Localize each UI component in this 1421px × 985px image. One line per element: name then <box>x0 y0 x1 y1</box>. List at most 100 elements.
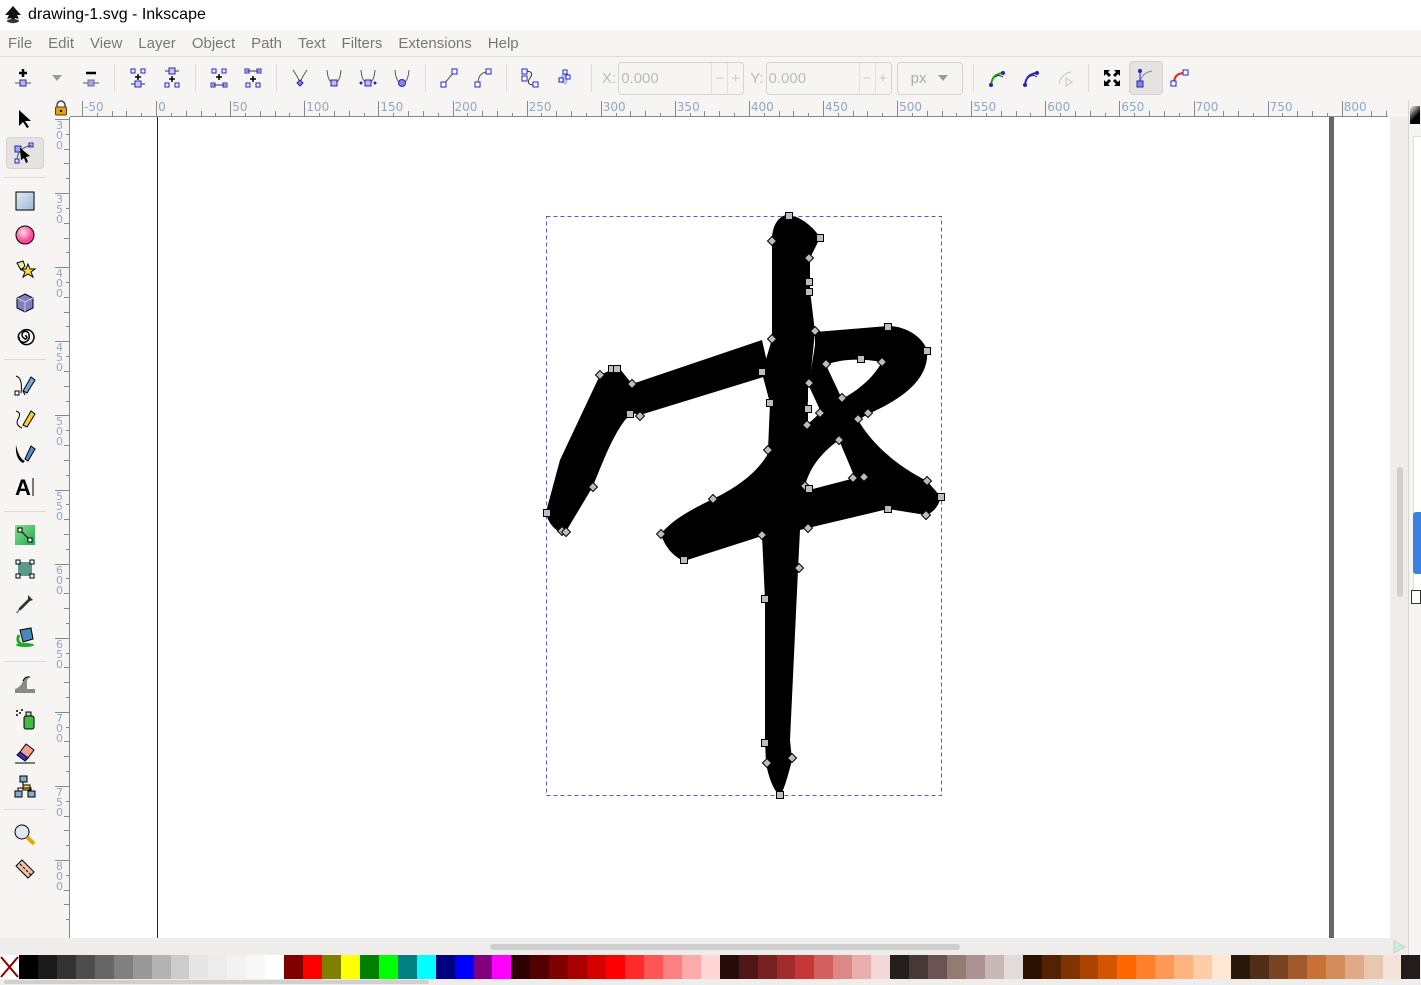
color-swatch[interactable] <box>322 955 341 979</box>
segment-line-button[interactable] <box>432 61 466 95</box>
horizontal-scrollbar-thumb[interactable] <box>490 944 960 950</box>
color-swatch[interactable] <box>1249 955 1269 979</box>
color-swatch[interactable] <box>454 955 474 979</box>
color-swatch[interactable] <box>587 955 607 979</box>
edit-clip-path-button[interactable] <box>980 61 1014 95</box>
x-decrement-button[interactable]: − <box>711 62 727 94</box>
color-swatch[interactable] <box>776 955 796 979</box>
color-swatch[interactable] <box>37 955 57 979</box>
color-swatch[interactable] <box>303 955 322 979</box>
color-swatch[interactable] <box>530 955 550 979</box>
mesh-tool-button[interactable] <box>6 553 44 585</box>
menu-file[interactable]: File <box>8 35 32 52</box>
path-node-handle[interactable] <box>923 347 931 355</box>
color-swatch[interactable] <box>681 955 701 979</box>
color-swatch[interactable] <box>1401 955 1421 979</box>
unit-select[interactable]: px <box>896 61 963 95</box>
color-swatch[interactable] <box>928 955 947 979</box>
selector-tool-button[interactable] <box>6 103 44 135</box>
color-swatch[interactable] <box>265 955 285 979</box>
path-effect-button[interactable] <box>1048 61 1082 95</box>
path-node-handle[interactable] <box>758 368 766 376</box>
color-manage-toggle[interactable] <box>1390 938 1408 955</box>
spiral-tool-button[interactable] <box>6 321 44 353</box>
menu-path[interactable]: Path <box>251 35 282 52</box>
color-swatch[interactable] <box>662 955 682 979</box>
color-swatch[interactable] <box>1079 955 1099 979</box>
path-node-handle[interactable] <box>805 485 813 493</box>
insert-node-button[interactable] <box>6 61 40 95</box>
color-swatch[interactable] <box>1041 955 1061 979</box>
show-path-outline-button[interactable] <box>1163 61 1197 95</box>
path-node-handle[interactable] <box>761 739 769 747</box>
path-node-handle[interactable] <box>766 399 774 407</box>
color-swatch[interactable] <box>814 955 834 979</box>
edit-mask-button[interactable] <box>1014 61 1048 95</box>
color-swatch[interactable] <box>568 955 588 979</box>
connector-tool-button[interactable] <box>6 771 44 803</box>
color-swatch[interactable] <box>946 955 966 979</box>
eraser-tool-button[interactable] <box>6 737 44 769</box>
y-decrement-button[interactable]: − <box>858 62 875 94</box>
path-node-handle[interactable] <box>937 493 945 501</box>
palette-scrollbar[interactable] <box>0 979 1421 985</box>
calligraphy-tool-button[interactable] <box>6 437 44 469</box>
color-swatch[interactable] <box>246 955 266 979</box>
color-swatch[interactable] <box>1287 955 1307 979</box>
color-swatch[interactable] <box>19 955 38 979</box>
color-swatch[interactable] <box>378 955 398 979</box>
join-segment-button[interactable] <box>202 61 236 95</box>
menu-object[interactable]: Object <box>192 35 235 52</box>
ruler-lock[interactable] <box>52 98 70 117</box>
path-node-handle[interactable] <box>613 365 621 373</box>
color-swatch[interactable] <box>359 955 379 979</box>
vertical-scrollbar[interactable] <box>1390 117 1408 938</box>
path-node-handle[interactable] <box>805 278 813 286</box>
color-swatch[interactable] <box>1306 955 1326 979</box>
color-swatch[interactable] <box>492 955 512 979</box>
bezier-tool-button[interactable] <box>6 369 44 401</box>
delete-node-button[interactable] <box>74 61 108 95</box>
rectangle-tool-button[interactable] <box>6 185 44 217</box>
path-node-handle[interactable] <box>626 410 634 418</box>
color-swatch[interactable] <box>189 955 209 979</box>
swatch-none[interactable] <box>0 955 19 979</box>
star-tool-button[interactable] <box>6 253 44 285</box>
menu-text[interactable]: Text <box>298 35 326 52</box>
horizontal-ruler[interactable]: -50 0 50 100 150 200 250 300 350 400 450 500 550 600 6… <box>70 98 1388 117</box>
color-swatch[interactable] <box>1155 955 1175 979</box>
object-to-path-button[interactable] <box>513 61 547 95</box>
measure-tool-button[interactable] <box>6 853 44 885</box>
color-swatch[interactable] <box>852 955 872 979</box>
y-input[interactable] <box>766 69 859 87</box>
color-swatch[interactable] <box>435 955 455 979</box>
break-path-button[interactable] <box>155 61 189 95</box>
color-swatch[interactable] <box>340 955 360 979</box>
menu-help[interactable]: Help <box>488 35 519 52</box>
path-node-handle[interactable] <box>884 323 892 331</box>
color-swatch[interactable] <box>738 955 758 979</box>
vertical-scrollbar-thumb[interactable] <box>1397 467 1403 597</box>
color-swatch[interactable] <box>113 955 133 979</box>
color-swatch[interactable] <box>170 955 190 979</box>
color-swatch[interactable] <box>984 955 1004 979</box>
dock-selected-item[interactable] <box>1413 512 1421 574</box>
color-swatch[interactable] <box>700 955 720 979</box>
color-swatch[interactable] <box>208 955 228 979</box>
color-swatch[interactable] <box>1136 955 1156 979</box>
color-swatch[interactable] <box>1344 955 1364 979</box>
text-tool-button[interactable]: A <box>6 471 44 503</box>
color-swatch[interactable] <box>643 955 663 979</box>
show-handles-button[interactable] <box>1128 61 1163 95</box>
path-node-handle[interactable] <box>776 791 784 799</box>
color-swatch[interactable] <box>1117 955 1137 979</box>
document-icon[interactable] <box>1411 590 1421 604</box>
fill-stroke-icon[interactable] <box>1410 106 1420 124</box>
tweak-tool-button[interactable] <box>6 669 44 701</box>
vertical-ruler[interactable]: 300 350 400 450 500 550 600 650 700 750 800 <box>52 117 70 938</box>
node-auto-button[interactable] <box>385 61 419 95</box>
path-node-handle[interactable] <box>543 509 551 517</box>
node-cusp-button[interactable] <box>283 61 317 95</box>
stroke-to-path-button[interactable] <box>547 61 581 95</box>
segment-curve-button[interactable] <box>466 61 500 95</box>
